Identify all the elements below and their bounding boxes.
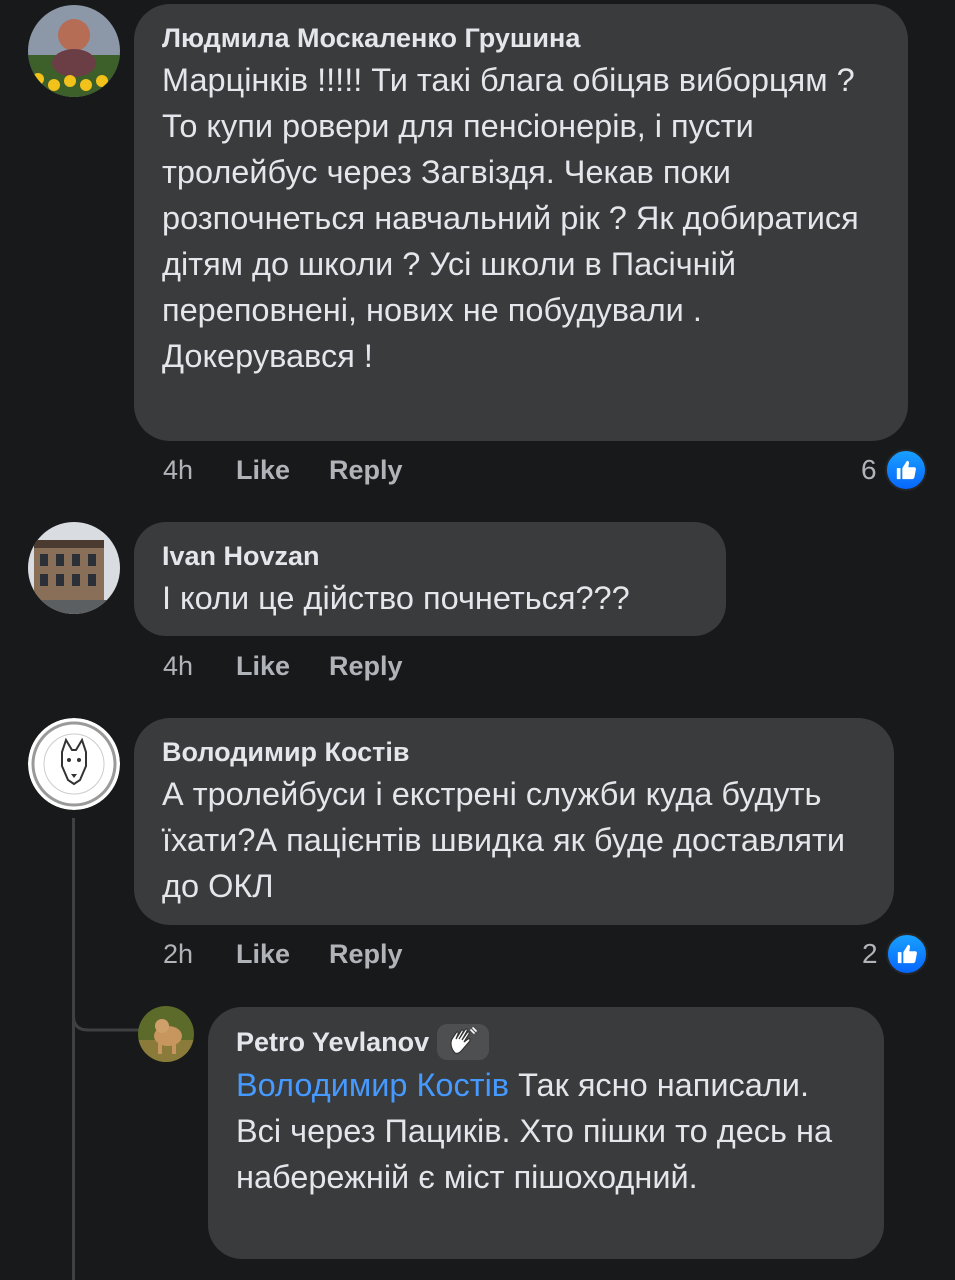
reply-link[interactable]: Reply (329, 651, 403, 682)
comment-text: Володимир Костів Так ясно написали. Всі … (236, 1062, 856, 1200)
avatar[interactable] (28, 718, 120, 810)
author-name[interactable]: Володимир Костів (162, 735, 410, 769)
avatar-photo (28, 522, 120, 614)
comment-text: А тролейбуси і екстрені служби куда буду… (162, 776, 846, 904)
comment-author[interactable]: Petro Yevlanov (236, 1024, 856, 1060)
comment-bubble: Ivan Hovzan І коли це дійство почнеться?… (134, 522, 726, 636)
author-name[interactable]: Ivan Hovzan (162, 539, 320, 573)
like-link[interactable]: Like (236, 651, 290, 682)
avatar-photo (138, 1006, 194, 1062)
comment-time[interactable]: 4h (163, 455, 236, 486)
author-name[interactable]: Людмила Москаленко Грушина (162, 21, 580, 55)
comment-author[interactable]: Ivan Hovzan (162, 539, 698, 573)
comment-actions: 4h Like Reply (163, 453, 442, 487)
thread-connector (72, 990, 142, 1032)
comment-author[interactable]: Володимир Костів (162, 735, 866, 769)
avatar[interactable] (28, 522, 120, 614)
like-link[interactable]: Like (236, 939, 290, 970)
comment-time[interactable]: 4h (163, 651, 236, 682)
comment-text: Марцінків !!!!! Ти такі блага обіцяв виб… (162, 62, 859, 374)
waving-hand-icon (437, 1024, 490, 1060)
comment-author[interactable]: Людмила Москаленко Грушина (162, 21, 880, 55)
reaction-summary[interactable]: 2 (862, 933, 928, 975)
reply-bubble: Petro Yevlanov Володимир Костів Так ясно… (208, 1007, 884, 1259)
reaction-count: 2 (862, 938, 878, 969)
like-link[interactable]: Like (236, 455, 290, 486)
comments-page: Людмила Москаленко Грушина Марцінків !!!… (0, 0, 955, 1280)
mention-link[interactable]: Володимир Костів (236, 1067, 509, 1103)
avatar[interactable] (28, 5, 120, 97)
thumbs-up-icon (884, 449, 927, 491)
avatar-photo (28, 5, 120, 97)
avatar[interactable] (138, 1006, 194, 1062)
comment-time[interactable]: 2h (163, 939, 236, 970)
reply-link[interactable]: Reply (329, 455, 403, 486)
comment-text: І коли це дійство почнеться??? (162, 580, 630, 616)
reply-link[interactable]: Reply (329, 939, 403, 970)
comment-actions: 2h Like Reply (163, 937, 442, 971)
thumbs-up-icon (885, 933, 928, 975)
comment-bubble: Володимир Костів А тролейбуси і екстрені… (134, 718, 894, 925)
thread-line (72, 818, 75, 1280)
comment-bubble: Людмила Москаленко Грушина Марцінків !!!… (134, 4, 908, 441)
reaction-summary[interactable]: 6 (861, 449, 927, 491)
reaction-count: 6 (861, 454, 877, 485)
comment-actions: 4h Like Reply (163, 649, 442, 683)
author-name[interactable]: Petro Yevlanov (236, 1025, 429, 1059)
avatar-photo (28, 718, 120, 810)
